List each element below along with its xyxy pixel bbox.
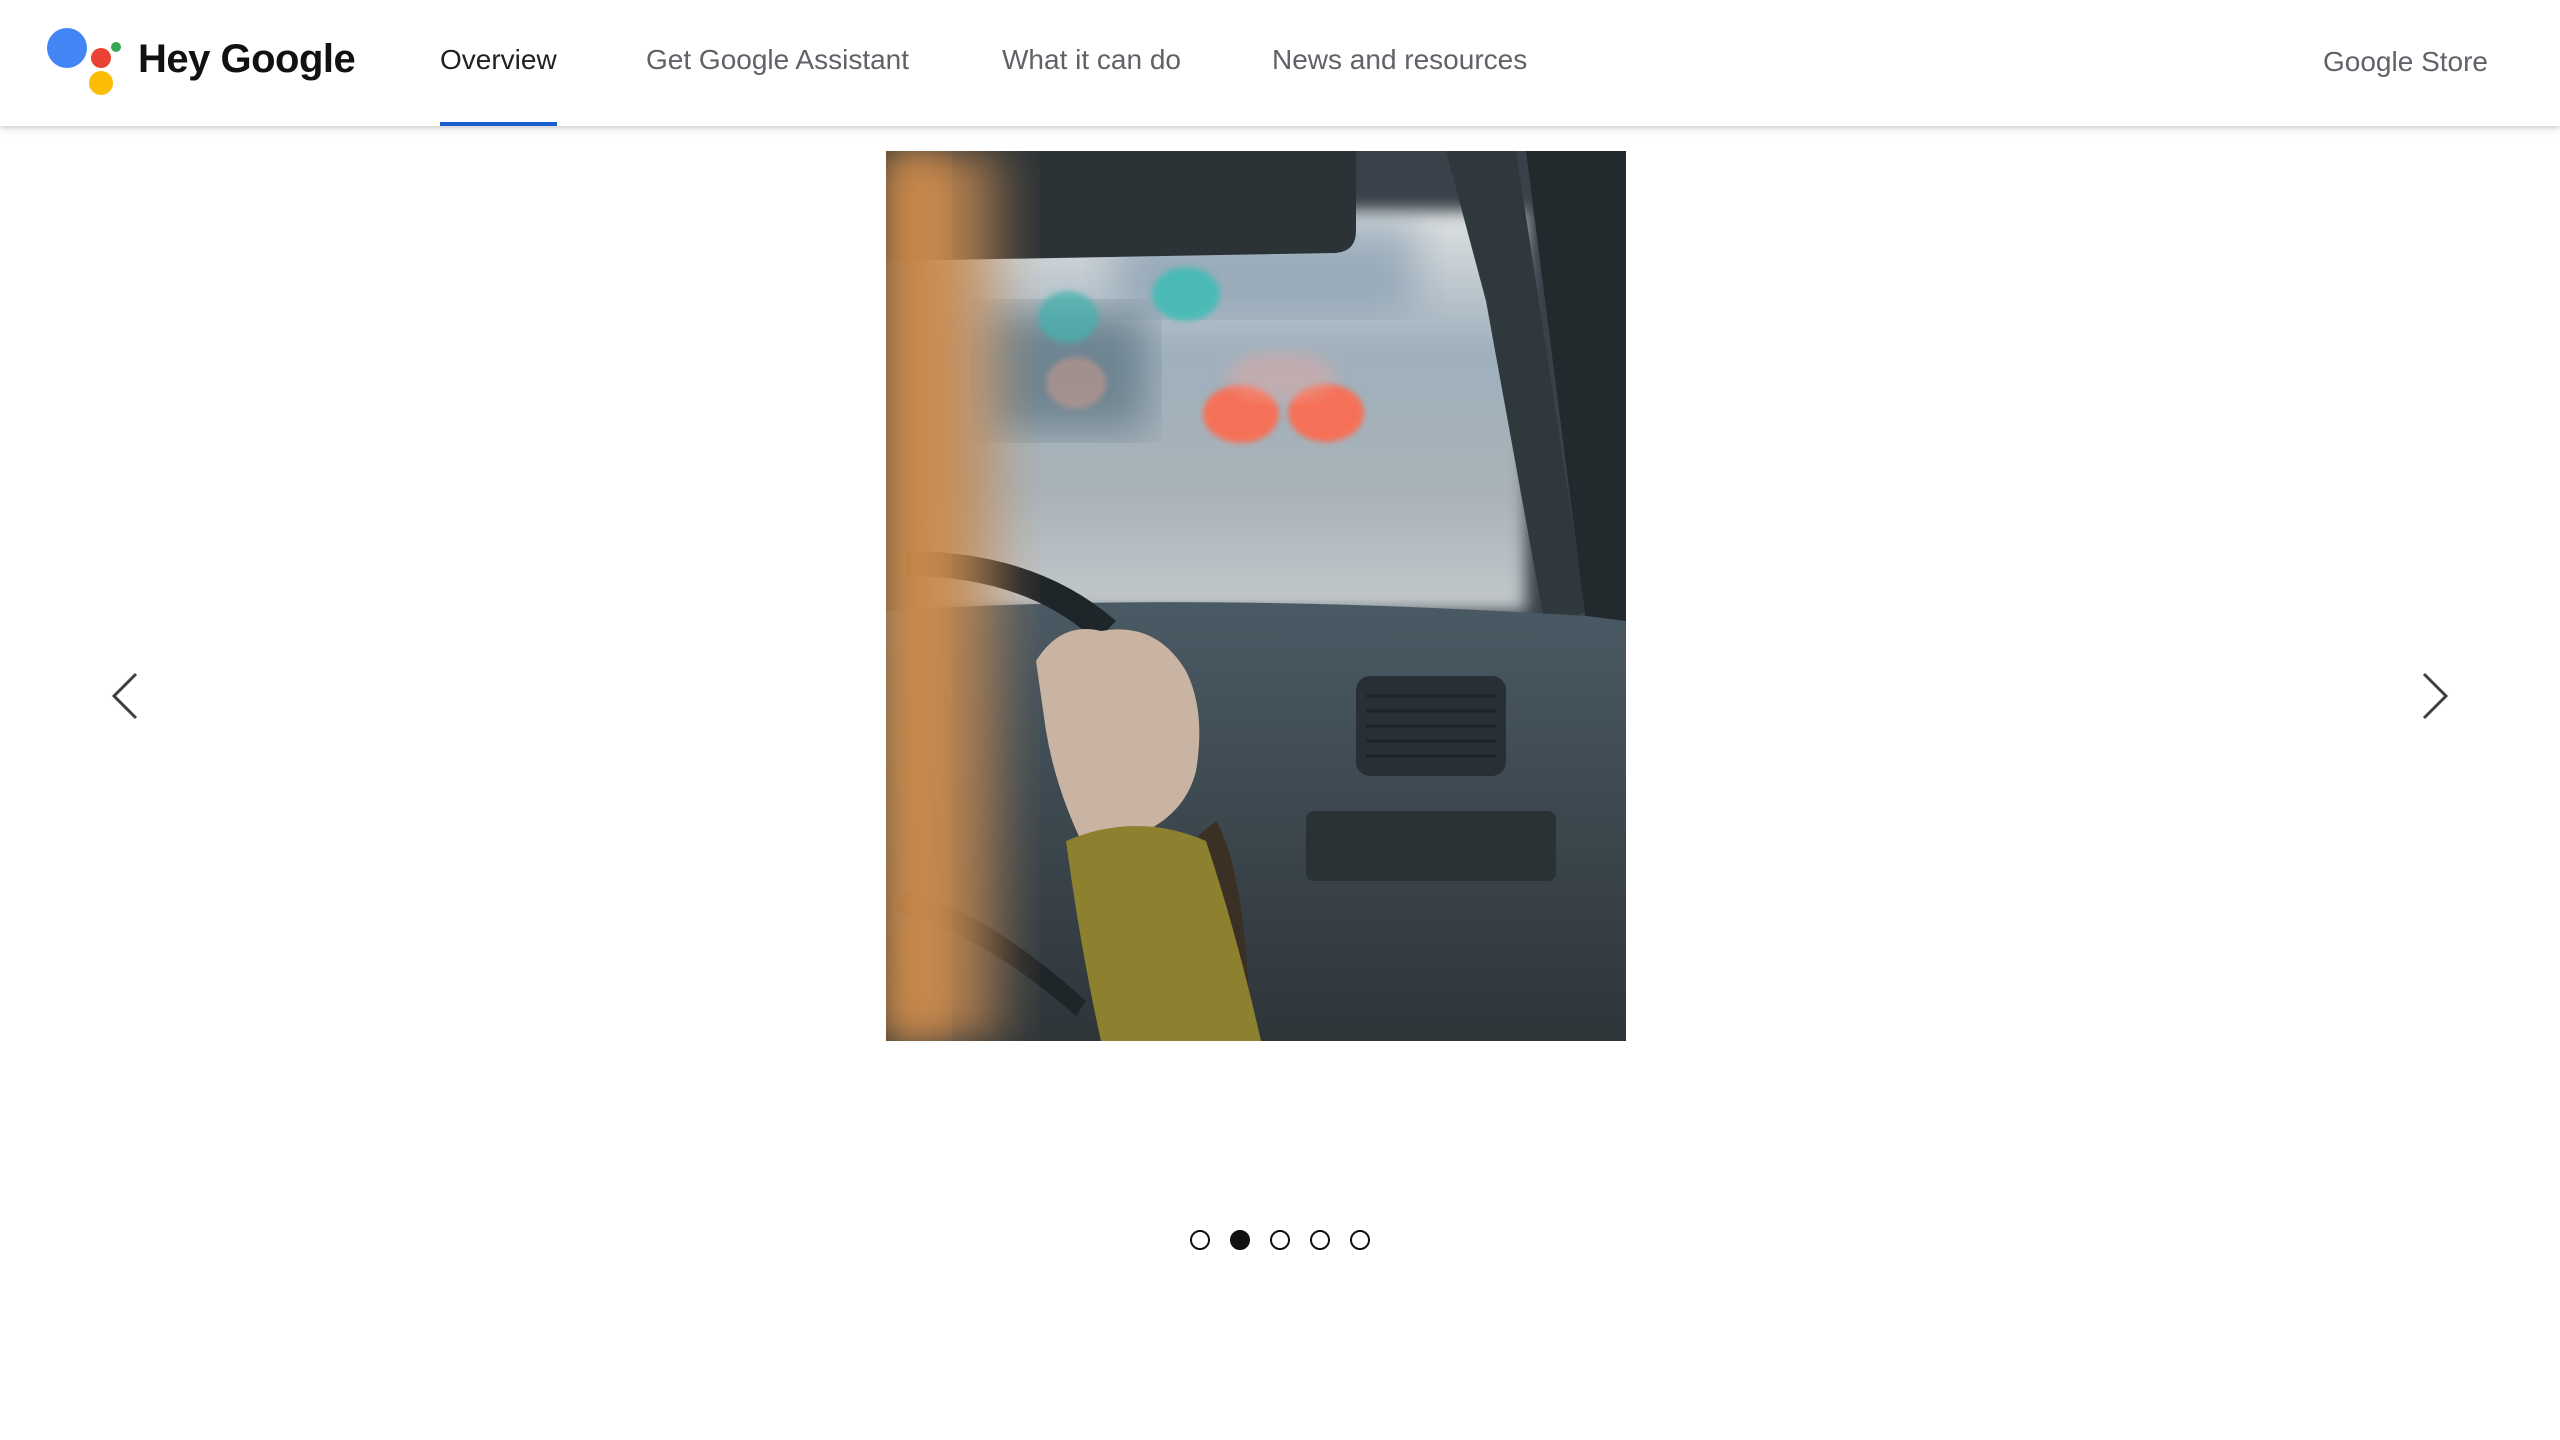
google-store-link[interactable]: Google Store [2323, 42, 2488, 82]
nav-tab-overview[interactable]: Overview [440, 40, 557, 126]
carousel-prev-button[interactable] [96, 666, 156, 726]
logo-dot-red [91, 48, 111, 68]
carousel-next-button[interactable] [2404, 666, 2464, 726]
logo-dot-yellow [89, 71, 113, 95]
carousel-pagination [1190, 1230, 1370, 1250]
chevron-right-icon [2422, 672, 2449, 720]
carousel-dot-5[interactable] [1350, 1230, 1370, 1250]
nav-tab-news-and-resources[interactable]: News and resources [1272, 40, 1527, 126]
google-assistant-logo-icon[interactable] [40, 20, 130, 100]
logo-dot-blue [47, 28, 87, 68]
driving-photo [886, 151, 1626, 1041]
carousel-dot-4[interactable] [1310, 1230, 1330, 1250]
brand-title[interactable]: Hey Google [138, 34, 356, 84]
logo-dot-green [111, 42, 121, 52]
site-header: Hey Google Overview Get Google Assistant… [0, 0, 2560, 126]
chevron-left-icon [111, 672, 138, 720]
carousel-dot-1[interactable] [1190, 1230, 1210, 1250]
nav-tab-label: What it can do [1002, 44, 1181, 75]
nav-tab-label: News and resources [1272, 44, 1528, 75]
carousel-dot-3[interactable] [1270, 1230, 1290, 1250]
nav-tab-what-it-can-do[interactable]: What it can do [1002, 40, 1181, 126]
active-tab-indicator [440, 122, 557, 126]
carousel-dot-2[interactable] [1230, 1230, 1250, 1250]
nav-tab-label: Overview [440, 44, 557, 75]
nav-tab-get-google-assistant[interactable]: Get Google Assistant [646, 40, 909, 126]
carousel-slide-image [886, 151, 1626, 1041]
nav-tab-label: Get Google Assistant [646, 44, 910, 75]
